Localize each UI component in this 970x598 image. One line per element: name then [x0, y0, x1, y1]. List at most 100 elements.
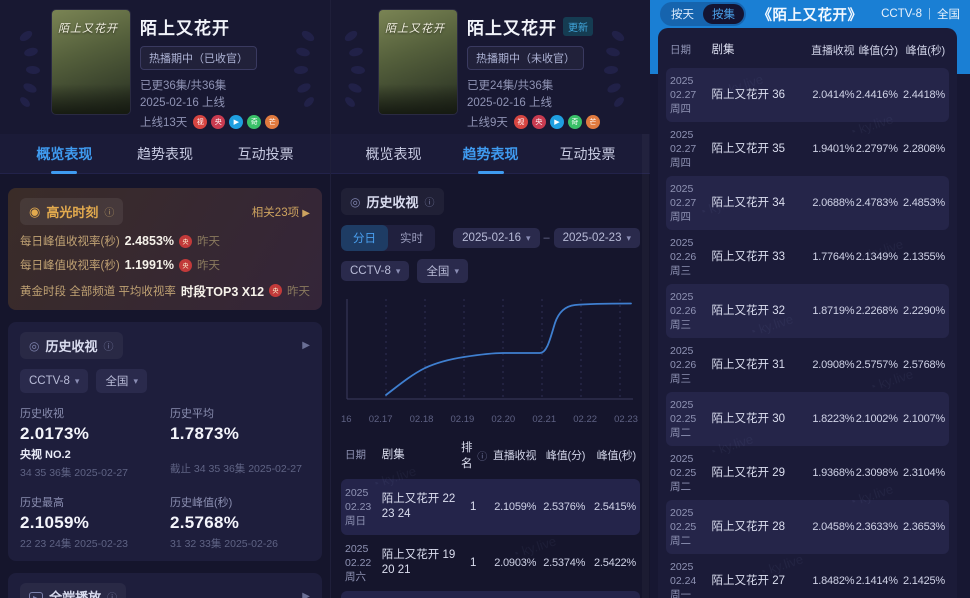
episode-count: 已更24集/共36集	[467, 78, 600, 95]
red-tv-platform-icon: 视	[514, 115, 528, 129]
info-icon[interactable]	[477, 448, 487, 463]
red-tv-platform-icon: 央	[211, 115, 225, 129]
info-icon[interactable]	[425, 194, 435, 209]
red-tv-platform-icon: 视	[193, 115, 207, 129]
table-row[interactable]: 202502.26周三 陌上又花开 31 2.0908% 2.5757% 2.5…	[666, 338, 949, 392]
table-row[interactable]: 202502.25周二 陌上又花开 30 1.8223% 2.1002% 2.1…	[666, 392, 949, 446]
chevron-down-icon	[454, 265, 459, 277]
chart-x-axis: 1602.17 02.1802.19 02.2002.21 02.2202.23	[341, 412, 640, 425]
toggle-realtime[interactable]: 实时	[388, 225, 435, 251]
channel-select[interactable]: CCTV-8	[20, 369, 88, 393]
stat-history-rating: 历史收视 2.0173% 央视 NO.2 34 35 36集 2025-02-2…	[20, 405, 160, 480]
table-header: 日期 剧集 排名 直播收视 峰值(分) 峰值(秒)	[341, 435, 640, 479]
highlight-item: 每日峰值收视率(秒) 1.1991% 央 昨天	[20, 257, 310, 273]
show-header: 陌上又花开 陌上又花开 热播期中（已收官） 已更36集/共36集 2025-02…	[0, 0, 330, 134]
panel-episode-ratings: 按天 按集 《陌上又花开》 CCTV-8|全国 日期 剧集 直播收视 峰值(分)…	[650, 0, 970, 598]
episode-count: 已更36集/共36集	[140, 78, 279, 95]
info-icon[interactable]	[104, 204, 114, 219]
medal-icon	[29, 204, 40, 220]
show-info: 陌上又花开 更新 热播期中（未收官） 已更24集/共36集 2025-02-16…	[467, 14, 600, 130]
right-panel-title: 《陌上又花开》	[758, 4, 863, 25]
channel-region-label: CCTV-8|全国	[881, 6, 960, 22]
laurel-right-icon	[604, 28, 626, 108]
stat-history-max: 历史最高 2.1059% 22 23 24集 2025-02-23	[20, 494, 160, 551]
info-icon[interactable]	[104, 338, 114, 353]
stat-history-average: 历史平均 1.7873% 截止 34 35 36集 2025-02-27	[170, 405, 310, 480]
panel-trend: 陌上又花开 陌上又花开 更新 热播期中（未收官） 已更24集/共36集 2025…	[330, 0, 650, 598]
tab-trend[interactable]: 趋势表现	[459, 136, 523, 172]
chevron-down-icon	[626, 232, 631, 244]
table-row[interactable]: 202502.24周一 陌上又花开 27 1.8482% 2.1414% 2.1…	[666, 554, 949, 598]
tencent-video-icon: ▶	[229, 115, 243, 129]
online-days: 上线13天	[140, 114, 187, 130]
channel-logo-icon: 央	[269, 284, 282, 297]
iqiyi-icon: 奇	[568, 115, 582, 129]
table-row[interactable]: 202502.21周五 陌上又花开 16 17 18 2 1.6504% 2.1…	[341, 591, 640, 598]
day-episode-toggle: 按天 按集	[660, 2, 746, 26]
tab-voting[interactable]: 互动投票	[234, 136, 298, 172]
tencent-video-icon: ▶	[550, 115, 564, 129]
poster-title: 陌上又花开	[58, 20, 124, 36]
table-row[interactable]: 202502.23周日 陌上又花开 22 23 24 1 2.1059% 2.5…	[341, 479, 640, 535]
poster-figures	[52, 84, 130, 114]
poster-title: 陌上又花开	[385, 20, 451, 36]
channel-select[interactable]: CCTV-8	[341, 261, 409, 281]
info-icon[interactable]	[107, 589, 117, 598]
mode-toggle: 分日 实时	[341, 225, 435, 251]
chevron-right-icon[interactable]: ▶	[302, 340, 310, 351]
mgtv-icon: 芒	[265, 115, 279, 129]
toggle-daily[interactable]: 分日	[341, 225, 388, 251]
overview-tabbar: 概览表现 趋势表现 互动投票	[0, 134, 330, 174]
chevron-down-icon	[396, 265, 401, 277]
chevron-right-icon: ▶	[302, 208, 310, 219]
playback-card-title: 全端播放	[20, 583, 126, 598]
daily-ratings-table: 日期 剧集 排名 直播收视 峰值(分) 峰值(秒) 202502.23周日 陌上…	[341, 435, 640, 598]
all-platform-playback-card: 全端播放 ▶ 播放市占 热度 播放市占 16.96%No.2 2025-02-2…	[8, 573, 322, 598]
tab-overview[interactable]: 概览表现	[362, 136, 426, 172]
right-panel-header: 按天 按集 《陌上又花开》 CCTV-8|全国	[650, 0, 970, 28]
region-select[interactable]: 全国	[417, 259, 468, 283]
trend-section-title: 历史收视	[341, 188, 444, 215]
table-row[interactable]: 202502.27周四 陌上又花开 35 1.9401% 2.2797% 2.2…	[666, 122, 949, 176]
ratings-dashboard: 陌上又花开 陌上又花开 热播期中（已收官） 已更36集/共36集 2025-02…	[0, 0, 970, 598]
date-to-select[interactable]: 2025-02-23	[554, 228, 640, 248]
ratings-icon	[350, 194, 360, 209]
highlight-card-title: 高光时刻	[20, 198, 123, 225]
status-badge: 热播期中（已收官）	[140, 46, 257, 70]
date-from-select[interactable]: 2025-02-16	[453, 228, 539, 248]
chevron-right-icon[interactable]: ▶	[302, 591, 310, 598]
highlight-moments-card: 高光时刻 相关23项 ▶ 每日峰值收视率(秒) 2.4853% 央 昨天 每日峰…	[8, 188, 322, 310]
toggle-by-day[interactable]: 按天	[662, 4, 703, 24]
show-poster[interactable]: 陌上又花开	[52, 10, 130, 114]
show-info: 陌上又花开 热播期中（已收官） 已更36集/共36集 2025-02-16 上线…	[140, 14, 279, 130]
stat-history-peak-sec: 历史峰值(秒) 2.5768% 31 32 33集 2025-02-26	[170, 494, 310, 551]
table-row[interactable]: 202502.26周三 陌上又花开 32 1.8719% 2.2268% 2.2…	[666, 284, 949, 338]
table-row[interactable]: 202502.26周三 陌上又花开 33 1.7764% 2.1349% 2.1…	[666, 230, 949, 284]
ratings-line-chart[interactable]: 1602.17 02.1802.19 02.2002.21 02.2202.23	[341, 295, 640, 425]
ratings-icon	[29, 338, 39, 353]
table-row[interactable]: 202502.27周四 陌上又花开 36 2.0414% 2.4416% 2.4…	[666, 68, 949, 122]
toggle-by-episode[interactable]: 按集	[703, 4, 744, 24]
tab-voting[interactable]: 互动投票	[556, 136, 620, 172]
laurel-left-icon	[18, 28, 40, 108]
table-body: 202502.27周四 陌上又花开 36 2.0414% 2.4416% 2.4…	[666, 68, 949, 598]
play-square-icon	[29, 589, 43, 598]
mgtv-icon: 芒	[586, 115, 600, 129]
chevron-down-icon	[75, 375, 80, 387]
related-items-link[interactable]: 相关23项 ▶	[252, 204, 310, 220]
table-row[interactable]: 202502.22周六 陌上又花开 19 20 21 1 2.0903% 2.5…	[341, 535, 640, 591]
table-row[interactable]: 202502.25周二 陌上又花开 29 1.9368% 2.3098% 2.3…	[666, 446, 949, 500]
panel-show-overview: 陌上又花开 陌上又花开 热播期中（已收官） 已更36集/共36集 2025-02…	[0, 0, 330, 598]
table-row[interactable]: 202502.25周二 陌上又花开 28 2.0458% 2.3633% 2.3…	[666, 500, 949, 554]
table-row[interactable]: 202502.27周四 陌上又花开 34 2.0688% 2.4783% 2.4…	[666, 176, 949, 230]
chevron-down-icon	[526, 232, 531, 244]
show-poster[interactable]: 陌上又花开	[379, 10, 457, 114]
region-select[interactable]: 全国	[96, 369, 147, 393]
table-header: 日期 剧集 直播收视 峰值(分) 峰值(秒)	[666, 34, 949, 68]
trend-tabbar: 概览表现 趋势表现 互动投票	[331, 134, 650, 174]
laurel-right-icon	[294, 28, 316, 108]
tab-overview[interactable]: 概览表现	[32, 136, 96, 172]
tab-trend[interactable]: 趋势表现	[133, 136, 197, 172]
channel-logo-icon: 央	[179, 259, 192, 272]
online-days: 上线9天	[467, 114, 508, 130]
